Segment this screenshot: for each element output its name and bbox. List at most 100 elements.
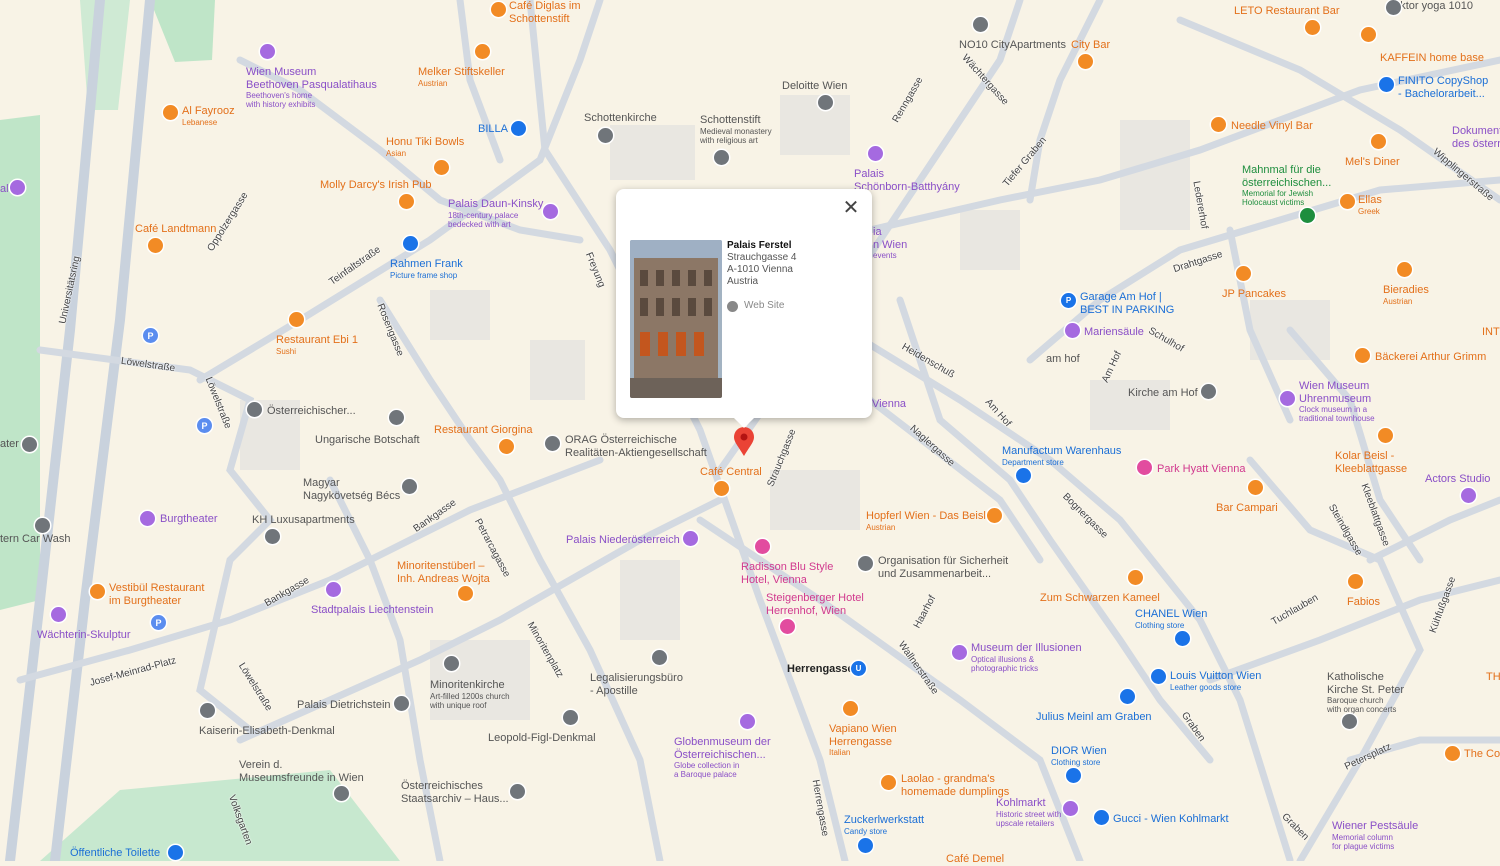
place-label[interactable]: INTI: [1482, 326, 1500, 339]
close-icon[interactable]: ✕: [840, 197, 862, 219]
museum-icon[interactable]: [740, 714, 755, 729]
place-label[interactable]: Museum der Illusionen Optical illusions &…: [971, 642, 1082, 673]
place-label[interactable]: Julius Meinl am Graben: [1036, 711, 1152, 724]
place-label[interactable]: Ellas Greek: [1358, 194, 1382, 216]
subway-icon[interactable]: U: [851, 661, 866, 676]
place-label[interactable]: Café Diglas im Schottenstift: [509, 0, 581, 25]
place-label[interactable]: Bieradies Austrian: [1383, 284, 1429, 306]
landmark-icon[interactable]: [683, 531, 698, 546]
restaurant-icon[interactable]: [1236, 266, 1251, 281]
place-label[interactable]: Palais Daun-Kinsky 18th-century palace bed…: [448, 198, 543, 229]
place-icon[interactable]: [394, 696, 409, 711]
place-icon[interactable]: [563, 710, 578, 725]
shop-icon[interactable]: [1379, 77, 1394, 92]
place-label[interactable]: Palais Niederösterreich: [566, 534, 680, 547]
place-label[interactable]: Needle Vinyl Bar: [1231, 120, 1313, 133]
place-label[interactable]: al: [0, 183, 9, 196]
landmark-icon[interactable]: [326, 582, 341, 597]
toilet-icon[interactable]: [168, 845, 183, 860]
shop-icon[interactable]: [1151, 669, 1166, 684]
cafe-icon[interactable]: [1361, 27, 1376, 42]
shop-icon[interactable]: [1066, 768, 1081, 783]
place-label[interactable]: Melker Stiftskeller Austrian: [418, 66, 505, 88]
place-label[interactable]: Louis Vuitton Wien Leather goods store: [1170, 670, 1261, 692]
place-label[interactable]: Dokument des östern: [1452, 125, 1500, 150]
website-link[interactable]: Web Site: [727, 300, 797, 312]
place-icon[interactable]: [973, 17, 988, 32]
place-label[interactable]: Herrengasse: [787, 663, 854, 676]
bar-icon[interactable]: [1211, 117, 1226, 132]
place-label[interactable]: Verein d. Museumsfreunde in Wien: [239, 759, 364, 784]
place-label[interactable]: Legalisierungsbüro - Apostille: [590, 672, 683, 697]
place-label[interactable]: THE: [1486, 671, 1500, 684]
restaurant-icon[interactable]: [163, 105, 178, 120]
cafe-icon[interactable]: [148, 238, 163, 253]
place-label[interactable]: Restaurant Giorgina: [434, 424, 532, 437]
place-label[interactable]: CHANEL Wien Clothing store: [1135, 608, 1207, 630]
restaurant-icon[interactable]: [458, 586, 473, 601]
museum-icon[interactable]: [952, 645, 967, 660]
place-label[interactable]: City Bar: [1071, 39, 1110, 52]
shop-icon[interactable]: [1094, 810, 1109, 825]
place-label[interactable]: tern Car Wash: [0, 533, 71, 546]
parking-icon[interactable]: P: [197, 418, 212, 433]
place-icon[interactable]: [652, 650, 667, 665]
theater-icon[interactable]: [22, 437, 37, 452]
place-label[interactable]: Vestibül Restaurant im Burgtheater: [109, 582, 204, 607]
place-icon[interactable]: [265, 529, 280, 544]
museum-icon[interactable]: [260, 44, 275, 59]
place-photo[interactable]: [630, 240, 722, 398]
place-label[interactable]: Kohlmarkt Historic street with upscale ret…: [996, 797, 1061, 828]
place-icon[interactable]: [1386, 0, 1401, 15]
place-label[interactable]: Steigenberger Hotel Herrenhof, Wien: [766, 592, 864, 617]
place-icon[interactable]: [200, 703, 215, 718]
place-label[interactable]: Organisation für Sicherheit und Zusammena…: [878, 555, 1008, 580]
place-label[interactable]: Wien Museum Uhrenmuseum Clock museum in at…: [1299, 380, 1375, 424]
place-icon[interactable]: [247, 402, 262, 417]
shopping-cart-icon[interactable]: [511, 121, 526, 136]
place-icon[interactable]: [818, 95, 833, 110]
parking-icon[interactable]: P: [143, 328, 158, 343]
place-label[interactable]: Garage Am Hof | BEST IN PARKING: [1080, 291, 1174, 316]
place-icon[interactable]: [545, 436, 560, 451]
place-label[interactable]: Al Fayrooz Lebanese: [182, 105, 235, 127]
place-label[interactable]: FINITO CopyShop - Bachelorarbeit...: [1398, 75, 1488, 100]
place-label[interactable]: Schottenstift Medieval monastery with reli…: [700, 114, 772, 145]
cafe-icon[interactable]: [1355, 348, 1370, 363]
shop-icon[interactable]: [403, 236, 418, 251]
restaurant-icon[interactable]: [881, 775, 896, 790]
place-label[interactable]: Actors Studio: [1425, 473, 1490, 486]
place-label[interactable]: Österreichischer...: [267, 405, 356, 418]
cafe-icon[interactable]: [491, 2, 506, 17]
cafe-icon[interactable]: [1445, 746, 1460, 761]
shop-icon[interactable]: [1120, 689, 1135, 704]
church-icon[interactable]: [598, 128, 613, 143]
place-label[interactable]: Zum Schwarzen Kameel: [1040, 592, 1160, 605]
place-label[interactable]: Molly Darcy's Irish Pub: [320, 179, 432, 192]
place-label[interactable]: Kolar Beisl - Kleeblattgasse: [1335, 450, 1407, 475]
place-label[interactable]: ater: [0, 438, 19, 451]
restaurant-icon[interactable]: [987, 508, 1002, 523]
shop-icon[interactable]: [1016, 468, 1031, 483]
place-label[interactable]: Kirche am Hof: [1128, 387, 1198, 400]
restaurant-icon[interactable]: [1340, 194, 1355, 209]
place-icon[interactable]: [334, 786, 349, 801]
place-label[interactable]: Wiener Pestsäule Memorial column for plagu…: [1332, 820, 1418, 851]
place-icon[interactable]: [35, 518, 50, 533]
place-label[interactable]: Wien Museum Beethoven Pasqualatihaus Beeth…: [246, 66, 377, 110]
place-label[interactable]: Palais Schönborn-Batthyány: [854, 168, 960, 193]
church-icon[interactable]: [444, 656, 459, 671]
place-label[interactable]: Gucci - Wien Kohlmarkt: [1113, 813, 1229, 826]
place-label[interactable]: Café Central: [700, 466, 762, 479]
place-label[interactable]: Österreichisches Staatsarchiv – Haus...: [401, 780, 509, 805]
restaurant-icon[interactable]: [499, 439, 514, 454]
place-label[interactable]: Vienna: [872, 398, 906, 411]
place-label[interactable]: Öffentliche Toilette: [70, 847, 160, 860]
bar-icon[interactable]: [1078, 54, 1093, 69]
place-label[interactable]: Bar Campari: [1216, 502, 1278, 515]
museum-icon[interactable]: [10, 180, 25, 195]
place-label[interactable]: Park Hyatt Vienna: [1157, 463, 1245, 476]
restaurant-icon[interactable]: [289, 312, 304, 327]
place-label[interactable]: KH Luxusapartments: [252, 514, 355, 527]
restaurant-icon[interactable]: [90, 584, 105, 599]
